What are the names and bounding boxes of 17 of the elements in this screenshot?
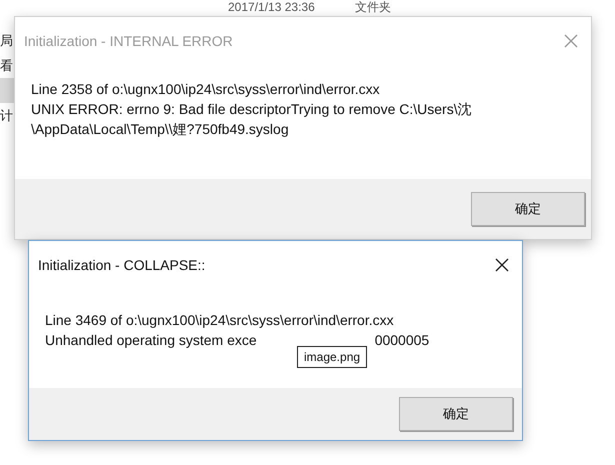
date-text: 2017/1/13 23:36 xyxy=(228,0,315,14)
error-message: Line 2358 of o:\ugnx100\ip24\src\syss\error\ind\error.cxx xyxy=(31,81,380,99)
ok-button[interactable]: 确定 xyxy=(399,397,513,431)
error-message: Unhandled operating system exce xyxy=(45,332,257,350)
window-title: Initialization - COLLAPSE:: xyxy=(38,257,206,273)
error-message: Line 3469 of o:\ugnx100\ip24\src\syss\error\ind\error.cxx xyxy=(45,312,394,330)
tooltip: image.png xyxy=(297,346,368,368)
error-message: 0000005 xyxy=(374,332,430,350)
ok-button[interactable]: 确定 xyxy=(471,192,585,226)
close-icon[interactable] xyxy=(495,258,509,272)
sidebar-item[interactable]: 计 xyxy=(0,103,14,128)
type-text: 文件夹 xyxy=(354,0,391,14)
sidebar-item[interactable]: 看 xyxy=(0,53,14,78)
window-title: Initialization - INTERNAL ERROR xyxy=(24,33,233,49)
sidebar-item[interactable]: 局 xyxy=(0,28,14,53)
error-message: \AppData\Local\Temp\\娌?750fb49.syslog xyxy=(31,121,289,139)
error-message: UNIX ERROR: errno 9: Bad file descriptorTrying to remove C:\Users\沈 xyxy=(31,101,472,119)
